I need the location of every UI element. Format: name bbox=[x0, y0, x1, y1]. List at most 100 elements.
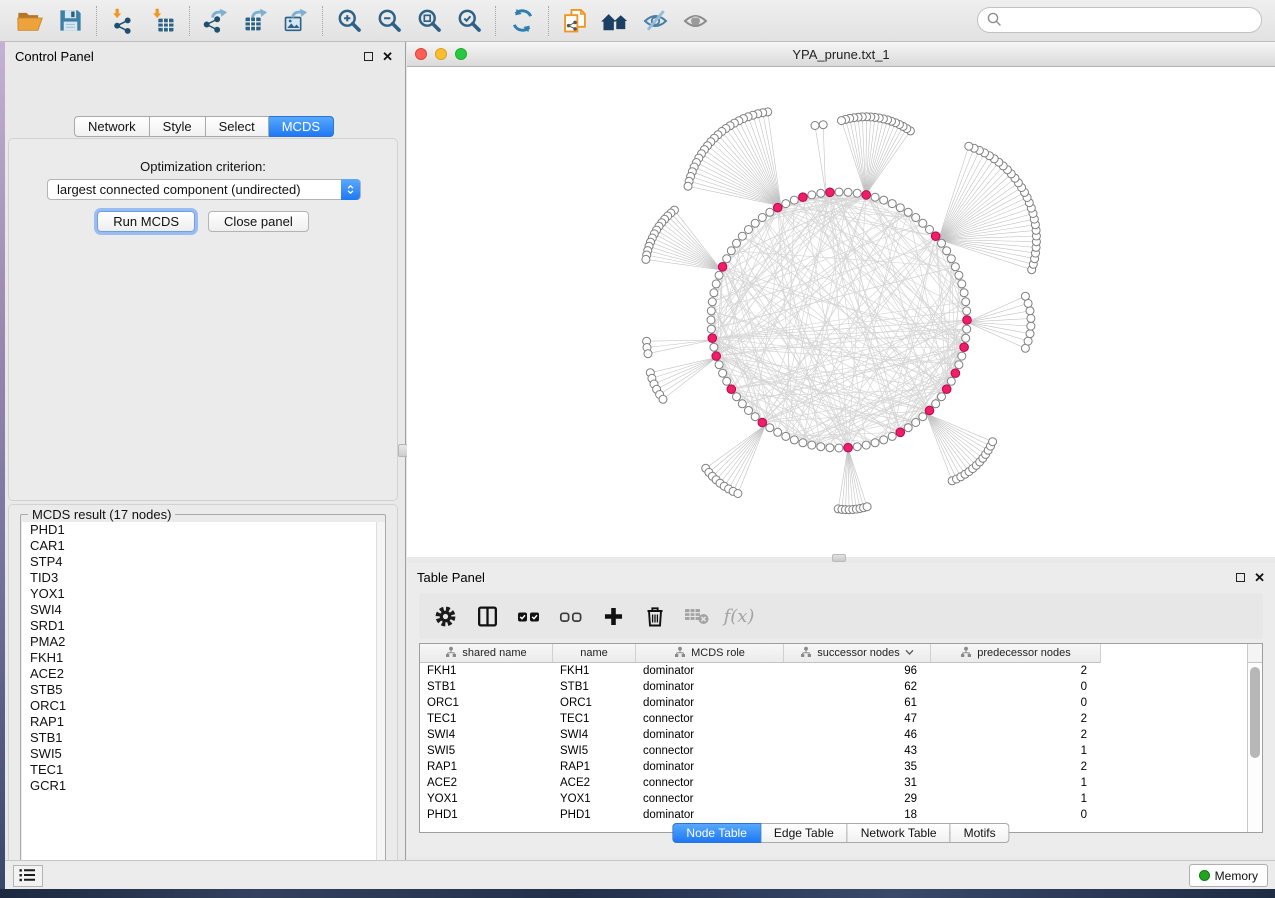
import-table-icon[interactable] bbox=[143, 4, 183, 38]
window-maximize-icon[interactable] bbox=[455, 48, 467, 60]
column-header-predecessor-nodes[interactable]: predecessor nodes bbox=[931, 644, 1101, 662]
zoom-fit-icon[interactable] bbox=[409, 4, 449, 38]
table-cell: dominator bbox=[636, 697, 784, 709]
table-cell: dominator bbox=[636, 761, 784, 773]
tab-network-table[interactable]: Network Table bbox=[848, 823, 951, 843]
mcds-result-item[interactable]: CAR1 bbox=[22, 538, 385, 554]
table-cell: TEC1 bbox=[553, 713, 636, 725]
hide-glyph-icon[interactable] bbox=[635, 4, 675, 38]
table-row[interactable]: RAP1RAP1dominator352 bbox=[420, 759, 1247, 775]
mcds-result-groupbox: MCDS result (17 nodes) PHD1CAR1STP4TID3Y… bbox=[20, 514, 386, 878]
memory-button[interactable]: Memory bbox=[1189, 864, 1268, 887]
criterion-dropdown[interactable]: largest connected component (undirected) bbox=[47, 179, 361, 200]
mcds-result-item[interactable]: YOX1 bbox=[22, 586, 385, 602]
gear-icon[interactable] bbox=[431, 602, 459, 630]
table-row[interactable]: SWI4SWI4dominator462 bbox=[420, 727, 1247, 743]
mcds-result-item[interactable]: GCR1 bbox=[22, 778, 385, 794]
table-cell: 35 bbox=[784, 761, 931, 773]
tab-node-table[interactable]: Node Table bbox=[672, 823, 761, 843]
zoom-in-icon[interactable] bbox=[329, 4, 369, 38]
mcds-result-item[interactable]: PHD1 bbox=[22, 522, 385, 538]
mcds-result-item[interactable]: SRD1 bbox=[22, 618, 385, 634]
mcds-result-item[interactable]: SWI4 bbox=[22, 602, 385, 618]
unselect-all-icon[interactable] bbox=[557, 602, 585, 630]
tab-network[interactable]: Network bbox=[74, 116, 150, 137]
zoom-selected-icon[interactable] bbox=[449, 4, 489, 38]
search-box[interactable] bbox=[977, 7, 1262, 33]
export-image-icon[interactable] bbox=[276, 4, 316, 38]
import-network-icon[interactable] bbox=[103, 4, 143, 38]
tab-mcds[interactable]: MCDS bbox=[269, 116, 334, 137]
org-chart-icon bbox=[445, 646, 457, 661]
select-all-icon[interactable] bbox=[515, 602, 543, 630]
horizontal-splitter-handle[interactable] bbox=[832, 554, 846, 562]
table-row[interactable]: STB1STB1dominator620 bbox=[420, 679, 1247, 695]
trash-icon[interactable] bbox=[641, 602, 669, 630]
float-table-panel-icon[interactable] bbox=[1236, 573, 1245, 582]
mcds-result-item[interactable]: FKH1 bbox=[22, 650, 385, 666]
column-header-name[interactable]: name bbox=[553, 644, 636, 662]
task-history-button[interactable] bbox=[13, 865, 43, 887]
mcds-result-list[interactable]: PHD1CAR1STP4TID3YOX1SWI4SRD1PMA2FKH1ACE2… bbox=[22, 522, 385, 877]
zoom-out-icon[interactable] bbox=[369, 4, 409, 38]
table-row[interactable]: FKH1FKH1dominator962 bbox=[420, 663, 1247, 679]
mcds-result-item[interactable]: STB1 bbox=[22, 730, 385, 746]
close-table-panel-icon[interactable]: ✕ bbox=[1254, 573, 1265, 582]
table-vertical-scrollbar[interactable] bbox=[1247, 663, 1262, 832]
mcds-result-item[interactable]: STP4 bbox=[22, 554, 385, 570]
mcds-result-item[interactable]: TID3 bbox=[22, 570, 385, 586]
satellite-nodes[interactable] bbox=[642, 108, 1041, 514]
table-row[interactable]: ACE2ACE2connector311 bbox=[420, 775, 1247, 791]
mcds-result-item[interactable]: PMA2 bbox=[22, 634, 385, 650]
mcds-result-item[interactable]: STB5 bbox=[22, 682, 385, 698]
run-mcds-button[interactable]: Run MCDS bbox=[97, 211, 195, 232]
save-icon[interactable] bbox=[50, 4, 90, 38]
network-window-titlebar[interactable]: YPA_prune.txt_1 bbox=[407, 42, 1275, 67]
table-body: FKH1FKH1dominator962STB1STB1dominator620… bbox=[420, 663, 1247, 832]
columns-icon[interactable] bbox=[473, 602, 501, 630]
tab-edge-table[interactable]: Edge Table bbox=[761, 823, 848, 843]
close-panel-button[interactable]: Close panel bbox=[208, 211, 309, 232]
column-header-successor-nodes[interactable]: successor nodes bbox=[784, 644, 931, 662]
node-table: shared namenameMCDS rolesuccessor nodesp… bbox=[419, 643, 1263, 833]
clone-network-icon[interactable] bbox=[555, 4, 595, 38]
window-minimize-icon[interactable] bbox=[435, 48, 447, 60]
control-panel-tabs: NetworkStyleSelectMCDS bbox=[74, 116, 334, 137]
mcds-result-item[interactable]: ACE2 bbox=[22, 666, 385, 682]
table-row[interactable]: ORC1ORC1dominator610 bbox=[420, 695, 1247, 711]
table-row[interactable]: SWI5SWI5connector431 bbox=[420, 743, 1247, 759]
houses-icon[interactable] bbox=[595, 4, 635, 38]
column-header-shared-name[interactable]: shared name bbox=[420, 644, 553, 662]
open-file-icon[interactable] bbox=[10, 4, 50, 38]
table-cell: 1 bbox=[931, 745, 1101, 757]
table-row[interactable]: TEC1TEC1connector472 bbox=[420, 711, 1247, 727]
table-toolbar: f(x) bbox=[419, 593, 1263, 639]
table-scrollbar-thumb[interactable] bbox=[1250, 667, 1260, 758]
table-cell: 43 bbox=[784, 745, 931, 757]
network-graph-canvas[interactable] bbox=[407, 67, 1275, 556]
float-panel-icon[interactable] bbox=[364, 52, 373, 61]
table-row[interactable]: PHD1PHD1dominator180 bbox=[420, 807, 1247, 823]
show-glyph-icon[interactable] bbox=[675, 4, 715, 38]
result-list-scrollbar[interactable] bbox=[376, 522, 385, 877]
table-cell: YOX1 bbox=[553, 793, 636, 805]
table-cell: 29 bbox=[784, 793, 931, 805]
plus-icon[interactable] bbox=[599, 602, 627, 630]
column-header-MCDS-role[interactable]: MCDS role bbox=[636, 644, 784, 662]
table-row[interactable]: YOX1YOX1connector291 bbox=[420, 791, 1247, 807]
window-close-icon[interactable] bbox=[415, 48, 427, 60]
table-cell: TEC1 bbox=[420, 713, 553, 725]
search-input[interactable] bbox=[1002, 10, 1261, 30]
close-panel-icon[interactable]: ✕ bbox=[382, 52, 393, 61]
export-table-icon[interactable] bbox=[236, 4, 276, 38]
memory-status-icon bbox=[1199, 870, 1210, 881]
mcds-result-item[interactable]: RAP1 bbox=[22, 714, 385, 730]
tab-style[interactable]: Style bbox=[150, 116, 206, 137]
tab-motifs[interactable]: Motifs bbox=[951, 823, 1010, 843]
mcds-result-item[interactable]: SWI5 bbox=[22, 746, 385, 762]
refresh-icon[interactable] bbox=[502, 4, 542, 38]
tab-select[interactable]: Select bbox=[206, 116, 269, 137]
mcds-result-item[interactable]: ORC1 bbox=[22, 698, 385, 714]
export-network-icon[interactable] bbox=[196, 4, 236, 38]
mcds-result-item[interactable]: TEC1 bbox=[22, 762, 385, 778]
